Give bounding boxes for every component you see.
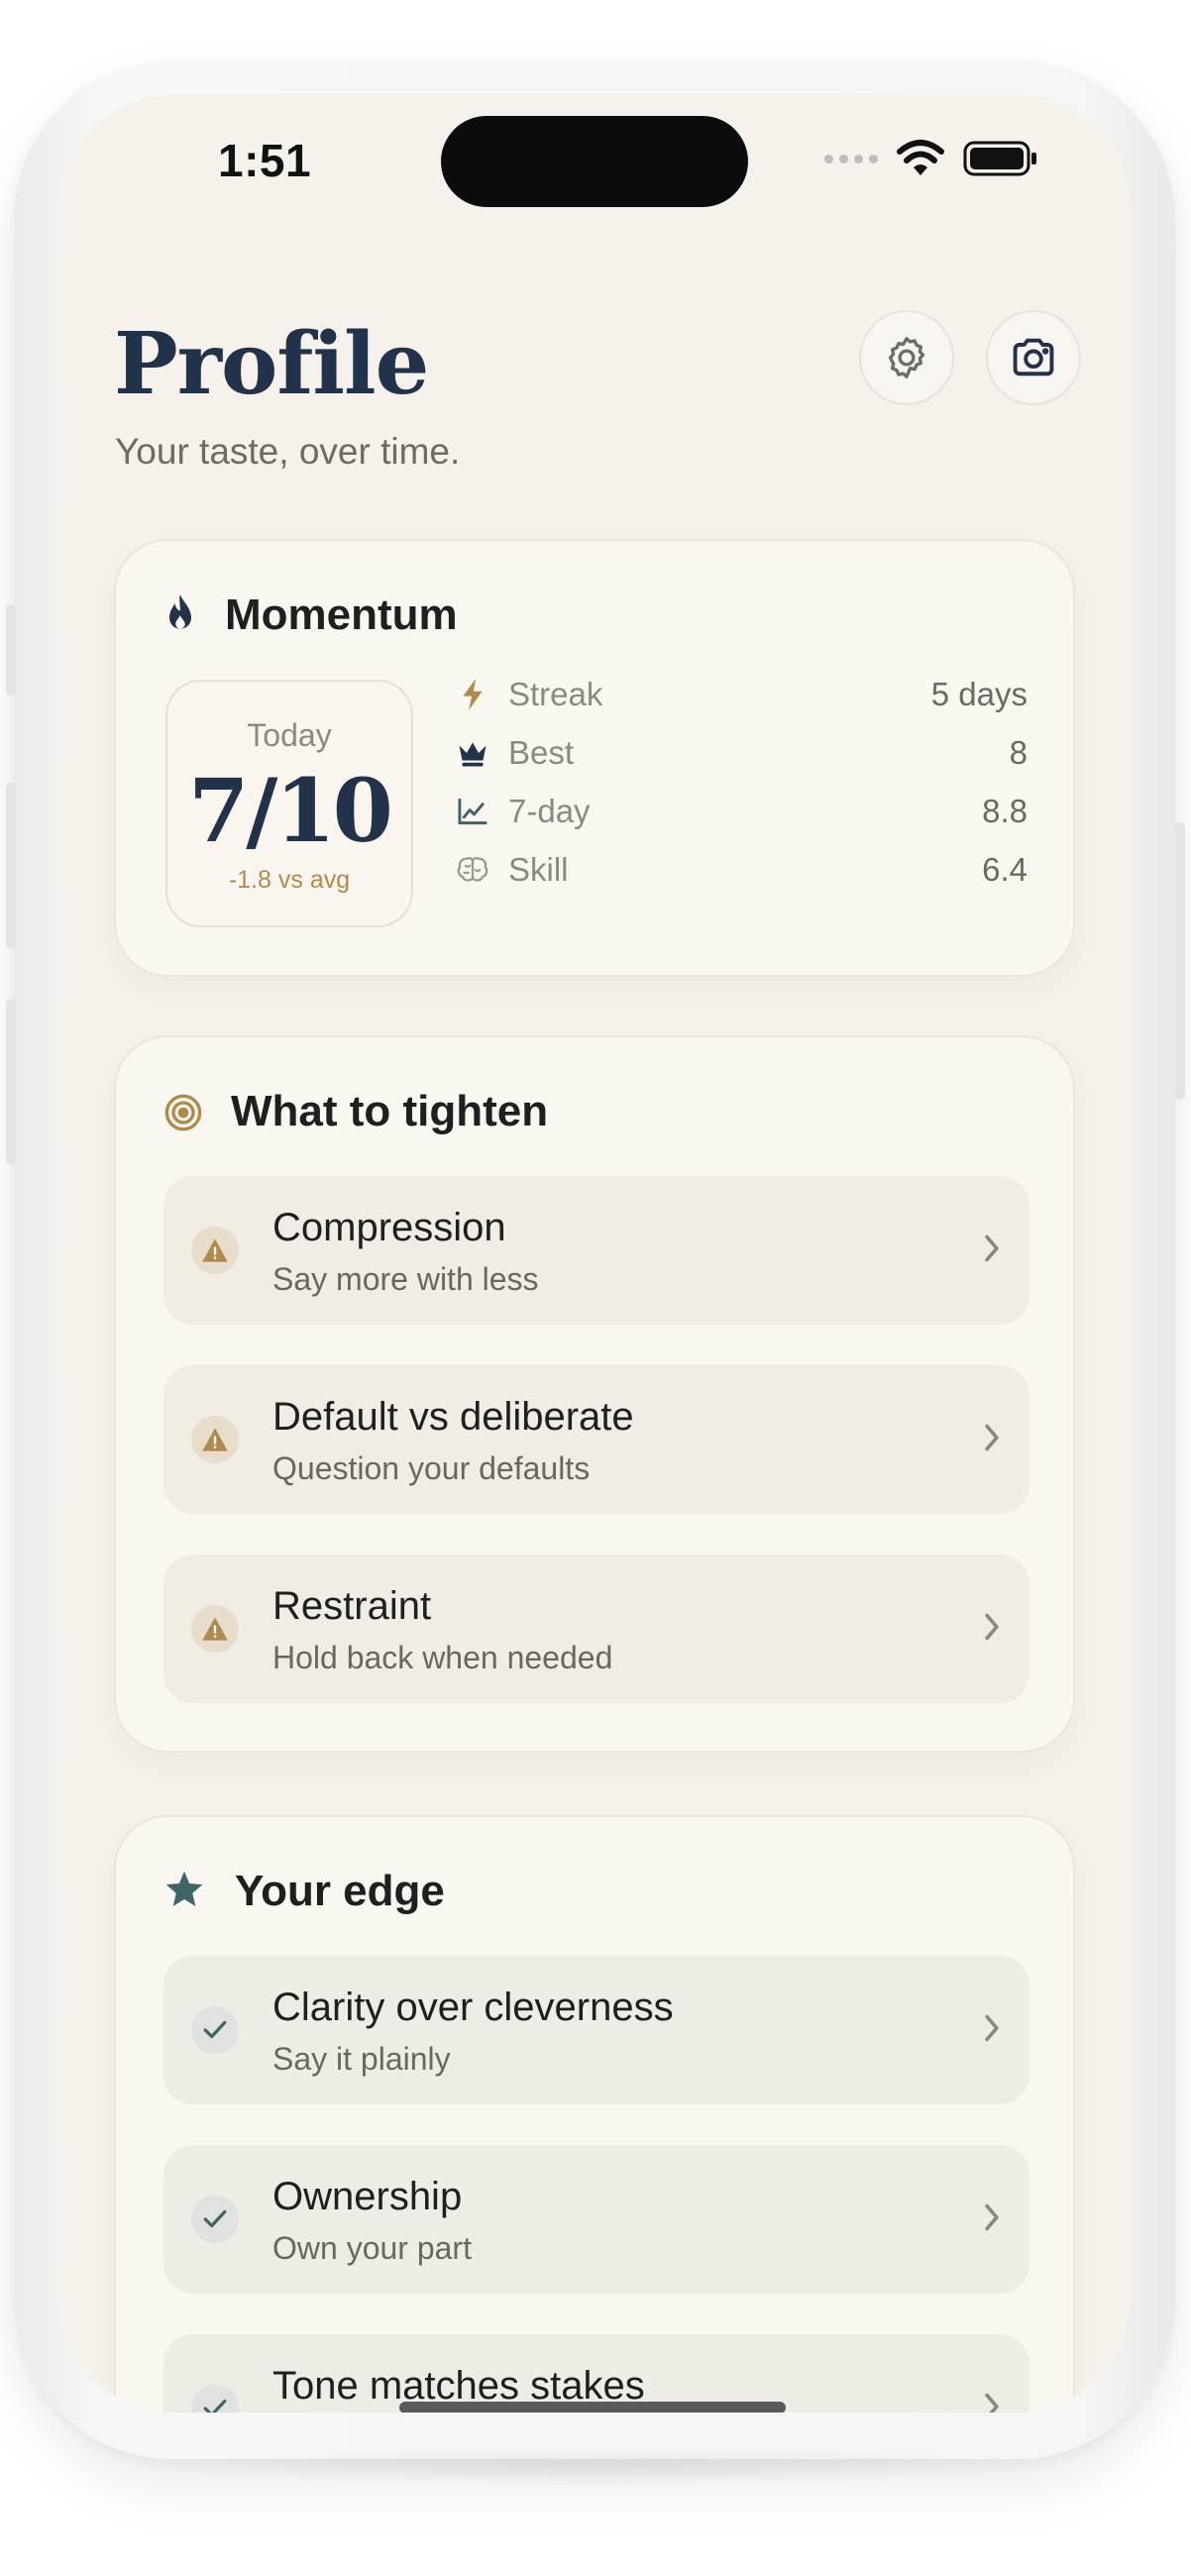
crown-icon: [453, 733, 492, 773]
check-icon: [191, 2385, 239, 2413]
today-score: 7/10: [188, 759, 393, 862]
target-icon: [164, 1094, 202, 1131]
device-shadow: [119, 2447, 1070, 2487]
item-title: Ownership: [272, 2175, 463, 2218]
stat-value: 8.8: [982, 793, 1028, 829]
warning-icon: [191, 1605, 239, 1653]
side-button-volume-down: [6, 999, 16, 1165]
gear-icon: [888, 337, 925, 378]
side-button-silent: [6, 604, 16, 696]
check-icon: [191, 2196, 239, 2243]
momentum-title: Momentum: [225, 590, 458, 639]
tighten-card: What to tighten Compression Say more wit…: [114, 1035, 1075, 1753]
chevron-right-icon: [985, 2014, 999, 2042]
item-subtitle: Say more with less: [272, 1261, 539, 1297]
edge-title: Your edge: [235, 1867, 445, 1915]
home-indicator[interactable]: [399, 2402, 786, 2413]
stat-label: 7-day: [508, 793, 591, 829]
bolt-icon: [453, 675, 492, 714]
chevron-right-icon: [985, 1234, 999, 1262]
today-label: Today: [247, 717, 332, 753]
item-title: Clarity over cleverness: [272, 1986, 674, 2029]
edge-item-ownership[interactable]: Ownership Own your part: [163, 2145, 1029, 2294]
chevron-right-icon: [985, 2393, 999, 2413]
tighten-title: What to tighten: [231, 1087, 549, 1135]
momentum-card: Momentum Today 7/10 -1.8 vs avg Streak 5…: [114, 539, 1075, 977]
tighten-item-compression[interactable]: Compression Say more with less: [163, 1176, 1029, 1325]
item-subtitle: Question your defaults: [272, 1450, 591, 1486]
item-title: Restraint: [272, 1584, 432, 1628]
brain-icon: [453, 850, 492, 890]
camera-button[interactable]: [986, 310, 1081, 405]
stat-label: Best: [508, 734, 575, 771]
stat-row-best: Best 8: [453, 728, 1028, 778]
stat-row-skill: Skill 6.4: [453, 845, 1028, 895]
stat-row-7day: 7-day 8.8: [453, 787, 1028, 836]
chevron-right-icon: [985, 1613, 999, 1641]
stat-row-streak: Streak 5 days: [453, 670, 1028, 719]
stat-value: 5 days: [930, 676, 1028, 712]
settings-button[interactable]: [859, 310, 954, 405]
warning-icon: [191, 1227, 239, 1274]
tighten-item-restraint[interactable]: Restraint Hold back when needed: [163, 1555, 1029, 1703]
page-title: Profile: [114, 314, 429, 414]
chevron-right-icon: [985, 2203, 999, 2231]
camera-icon: [1013, 338, 1054, 376]
warning-icon: [191, 1416, 239, 1463]
status-time: 1:51: [218, 135, 312, 186]
today-delta: -1.8 vs avg: [228, 866, 351, 894]
item-title: Default vs deliberate: [272, 1395, 634, 1439]
today-score-box: Today 7/10 -1.8 vs avg: [165, 680, 413, 927]
flame-icon: [169, 593, 191, 629]
wifi-icon: [897, 140, 944, 175]
tighten-item-default-vs-deliberate[interactable]: Default vs deliberate Question your defa…: [163, 1365, 1029, 1514]
side-button-power: [1175, 822, 1185, 1100]
chevron-right-icon: [985, 1424, 999, 1451]
stat-value: 6.4: [982, 851, 1028, 888]
stat-value: 8: [1009, 734, 1028, 771]
stat-label: Skill: [508, 851, 569, 888]
battery-icon: [963, 141, 1036, 176]
stat-label: Streak: [508, 676, 603, 712]
status-icons: [824, 140, 1038, 177]
item-subtitle: Own your part: [272, 2230, 472, 2266]
item-subtitle: Hold back when needed: [272, 1640, 613, 1675]
check-icon: [191, 2006, 239, 2054]
signal-icon: [824, 154, 878, 163]
edge-card: Your edge Clarity over cleverness Say it…: [114, 1815, 1075, 2413]
item-subtitle: Say it plainly: [272, 2041, 451, 2077]
edge-item-clarity[interactable]: Clarity over cleverness Say it plainly: [163, 1956, 1029, 2104]
star-icon: [165, 1871, 203, 1906]
side-button-volume-up: [6, 783, 16, 949]
dynamic-island: [441, 116, 748, 207]
trend-chart-icon: [453, 792, 492, 831]
screen: 1:51 Profile Your taste, over time. Mome…: [57, 94, 1132, 2413]
item-title: Compression: [272, 1206, 506, 1249]
page-subtitle: Your taste, over time.: [115, 431, 461, 472]
